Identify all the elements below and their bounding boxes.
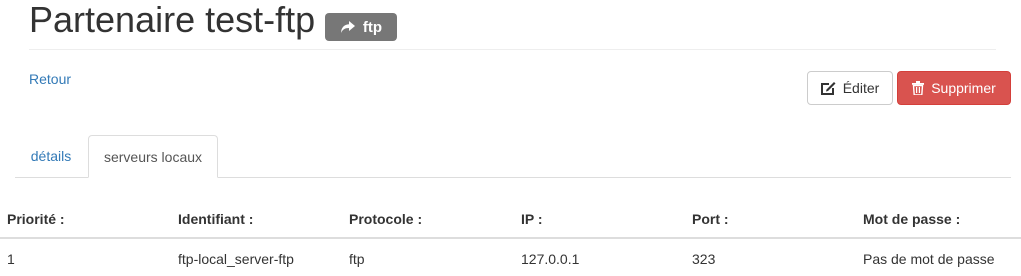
table-row: 1 ftp-local_server-ftp ftp 127.0.0.1 323…	[0, 239, 1021, 276]
tab-details[interactable]: détails	[15, 135, 87, 177]
cell-port: 323	[692, 251, 716, 267]
column-header-priority: Priorité :	[7, 211, 65, 227]
back-link[interactable]: Retour	[29, 71, 71, 87]
delete-button[interactable]: Supprimer	[897, 71, 1011, 105]
partner-page: Partenaire test-ftp ftp Retour Éditer Su…	[0, 0, 1021, 276]
local-servers-table: Priorité : Identifiant : Protocole : IP …	[0, 199, 1021, 276]
page-title: Partenaire test-ftp	[29, 0, 316, 40]
table-header-row: Priorité : Identifiant : Protocole : IP …	[0, 199, 1021, 239]
page-header: Partenaire test-ftp ftp	[29, 0, 996, 50]
delete-button-label: Supprimer	[931, 80, 996, 96]
cell-priority: 1	[7, 251, 15, 267]
protocol-badge: ftp	[325, 13, 397, 41]
column-header-protocol: Protocole :	[349, 211, 423, 227]
share-arrow-icon	[340, 20, 355, 33]
tab-local-servers[interactable]: serveurs locaux	[88, 135, 218, 178]
trash-icon	[912, 81, 925, 95]
column-header-identifier: Identifiant :	[178, 211, 254, 227]
edit-button-label: Éditer	[842, 80, 880, 96]
protocol-badge-label: ftp	[362, 18, 383, 36]
cell-identifier: ftp-local_server-ftp	[178, 251, 294, 267]
edit-button[interactable]: Éditer	[807, 71, 893, 105]
column-header-ip: IP :	[521, 211, 543, 227]
tab-bar: détails serveurs locaux	[15, 135, 1011, 178]
cell-ip: 127.0.0.1	[521, 251, 580, 267]
column-header-port: Port :	[692, 211, 729, 227]
column-header-password: Mot de passe :	[863, 211, 961, 227]
cell-protocol: ftp	[349, 251, 365, 267]
edit-icon	[820, 82, 836, 95]
cell-password: Pas de mot de passe	[863, 251, 995, 267]
